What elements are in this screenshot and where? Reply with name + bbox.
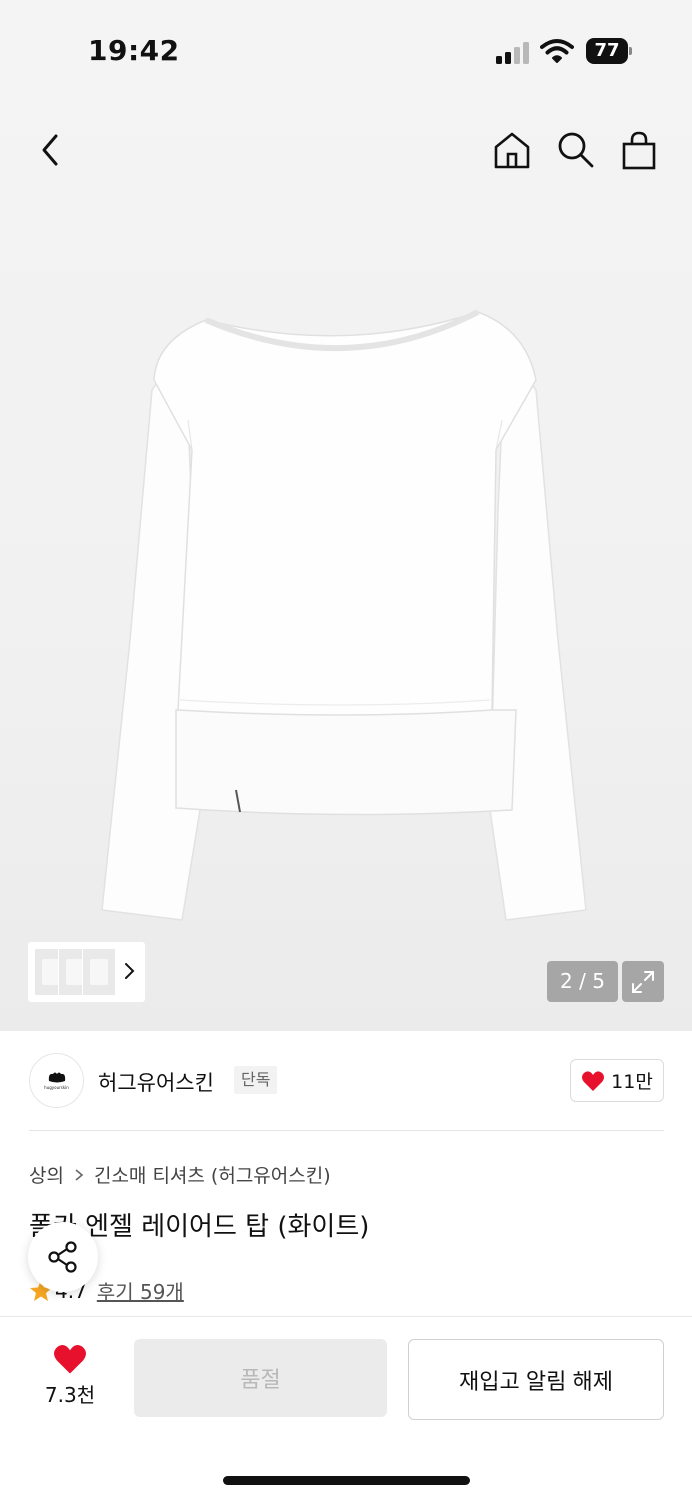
status-bar: 19:42 77 <box>0 0 692 100</box>
search-button[interactable] <box>551 126 599 174</box>
breadcrumb-item[interactable]: 긴소매 티셔츠 (허그유어스킨) <box>94 1161 331 1188</box>
expand-image-button[interactable] <box>622 961 664 1002</box>
brand-like-count: 11만 <box>611 1071 653 1093</box>
chevron-left-icon <box>42 134 58 166</box>
home-indicator[interactable] <box>223 1476 470 1485</box>
bottom-action-bar: 7.3천 품절 재입고 알림 해제 <box>0 1316 692 1500</box>
restock-alert-cancel-button[interactable]: 재입고 알림 해제 <box>408 1339 664 1420</box>
shopping-bag-icon <box>622 131 656 170</box>
brand-name[interactable]: 허그유어스킨 <box>98 1067 214 1097</box>
search-icon <box>558 132 594 168</box>
battery-level: 77 <box>594 40 620 61</box>
share-button[interactable] <box>28 1222 98 1292</box>
status-time: 19:42 <box>88 34 180 67</box>
back-button[interactable] <box>26 126 74 174</box>
image-page-counter: 2 / 5 <box>547 961 618 1002</box>
expand-icon <box>632 970 654 993</box>
heart-icon <box>54 1345 86 1374</box>
chevron-right-icon <box>125 963 135 979</box>
home-icon <box>494 132 530 169</box>
home-button[interactable] <box>488 126 536 174</box>
brand-logo-wordmark: hugyourskin <box>44 1085 69 1090</box>
brand-logo-mark <box>48 1072 65 1083</box>
chevron-right-icon <box>75 1168 84 1181</box>
thumbnail-image[interactable] <box>82 948 116 996</box>
breadcrumb-item[interactable]: 상의 <box>29 1161 64 1188</box>
cart-button[interactable] <box>615 126 663 174</box>
wifi-icon <box>540 38 574 64</box>
divider <box>29 1130 664 1131</box>
reviews-link[interactable]: 후기 59개 <box>97 1276 184 1305</box>
product-photo <box>101 309 587 921</box>
wishlist-count: 7.3천 <box>44 1383 96 1407</box>
product-image-gallery[interactable]: 19:42 77 2 / 5 <box>0 0 692 1031</box>
brand-logo[interactable]: hugyourskin <box>29 1053 84 1108</box>
battery-icon: 77 <box>586 38 632 64</box>
heart-icon <box>582 1070 605 1091</box>
breadcrumb: 상의 긴소매 티셔츠 (허그유어스킨) <box>29 1161 331 1188</box>
brand-row[interactable]: hugyourskin 허그유어스킨 단독 11만 <box>0 1031 692 1131</box>
exclusive-badge: 단독 <box>234 1066 278 1094</box>
wishlist-button[interactable]: 7.3천 <box>30 1343 110 1413</box>
share-icon <box>48 1241 77 1273</box>
cellular-signal-icon <box>496 40 532 64</box>
brand-like-button[interactable]: 11만 <box>570 1059 664 1102</box>
soldout-button: 품절 <box>134 1339 387 1417</box>
thumbnail-strip[interactable] <box>28 942 145 1002</box>
